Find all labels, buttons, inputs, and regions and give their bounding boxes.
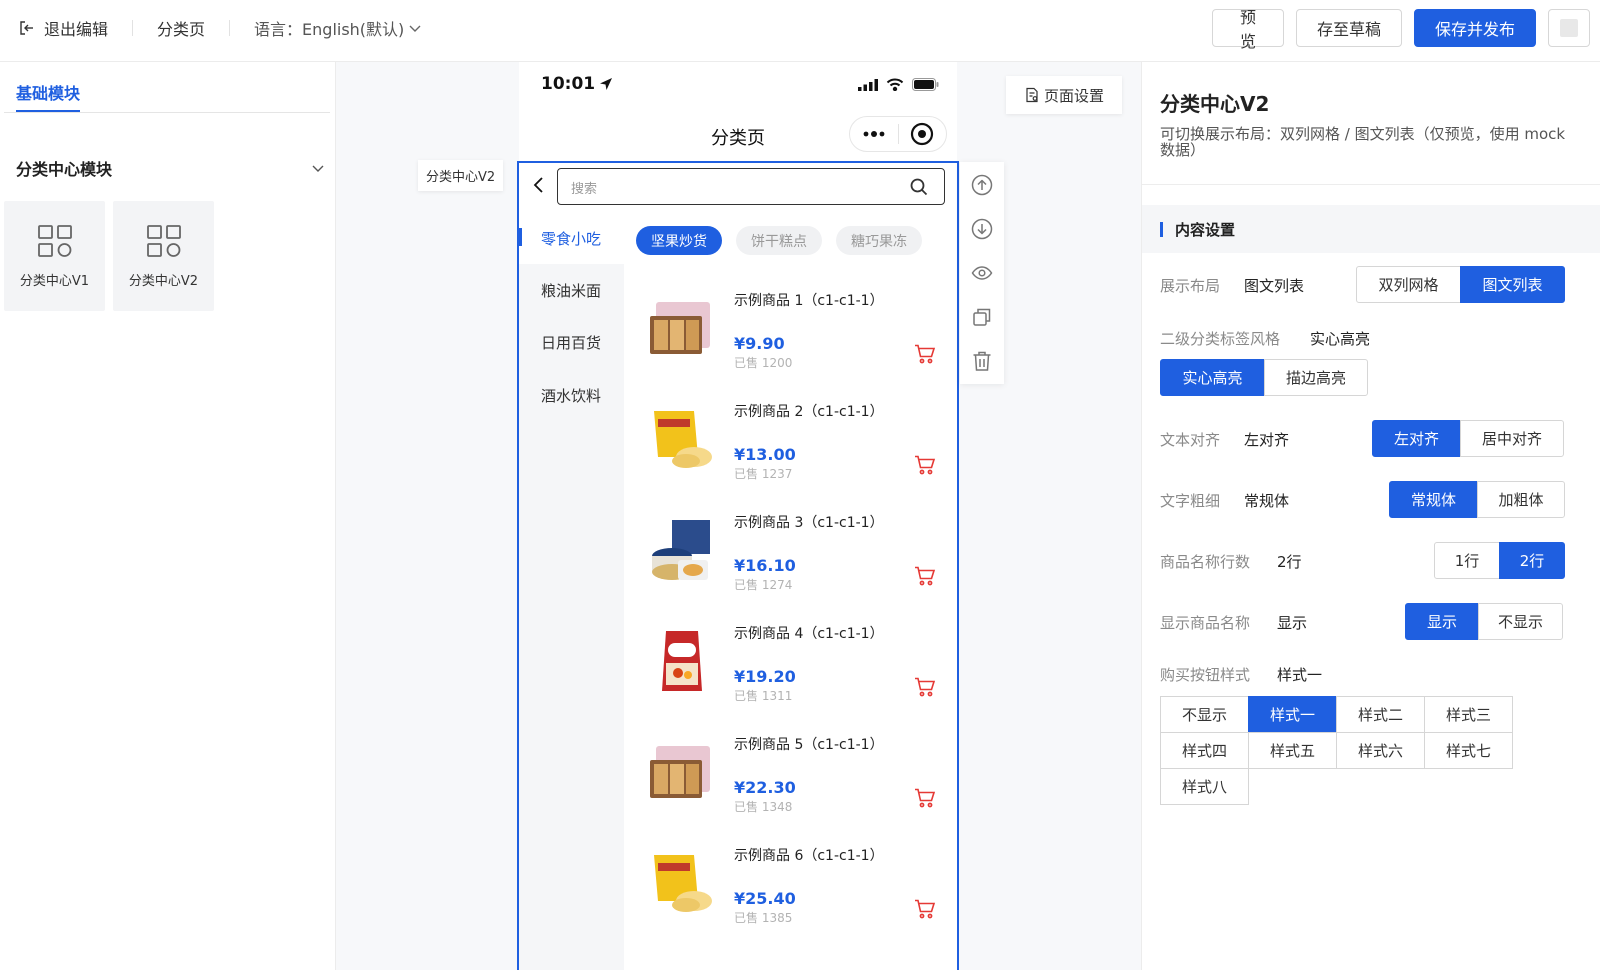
buy-style-option[interactable]: 样式六 [1336,732,1425,769]
status-time: 10:01 [541,74,596,94]
eye-icon[interactable] [971,262,993,284]
setting-label: 文字粗细 [1160,492,1221,510]
setting-value: 显示 [1277,614,1308,632]
buy-style-option[interactable]: 样式二 [1336,696,1425,733]
setting-value: 常规体 [1244,492,1290,510]
exit-icon [20,21,33,35]
signal-icon [858,78,878,91]
top-bar: 退出编辑 分类页 语言：English(默认) 预览 存至草稿 保存并发布 [0,0,1600,62]
module-group-title: 分类中心模块 [16,160,113,179]
grid-module-icon [146,224,181,257]
page-settings-button[interactable]: 页面设置 [1006,76,1122,114]
page-name: 分类页 [157,20,206,39]
option-2-lines[interactable]: 2行 [1499,542,1565,579]
chevron-down-icon [312,165,324,172]
module-card-v1[interactable]: 分类中心V1 [4,201,105,311]
close-mini-program-button[interactable] [899,117,947,151]
option-bold[interactable]: 加粗体 [1477,481,1565,518]
mini-program-navbar: 分类页 [519,112,957,158]
option-regular[interactable]: 常规体 [1389,481,1478,518]
buy-style-option[interactable]: 样式四 [1160,732,1249,769]
option-list[interactable]: 图文列表 [1460,266,1565,303]
copy-icon[interactable] [971,306,993,328]
move-up-icon[interactable] [971,174,993,196]
buy-style-option[interactable]: 样式八 [1160,768,1249,805]
battery-icon [912,78,939,91]
move-down-icon[interactable] [971,218,993,240]
layout-toggle: 双列网格 图文列表 [1356,266,1565,303]
more-button[interactable] [1548,9,1590,47]
more-dots-button[interactable] [850,117,898,151]
chevron-down-icon [409,25,421,32]
setting-label: 二级分类标签风格 [1160,330,1281,348]
setting-label: 商品名称行数 [1160,553,1251,571]
setting-value: 图文列表 [1244,277,1305,295]
lines-toggle: 1行 2行 [1434,542,1565,579]
buy-button-style-options: 不显示 样式一 样式二 样式三 样式四 样式五 样式六 样式七 样式八 [1160,696,1513,805]
tab-basic-modules[interactable]: 基础模块 [16,80,80,104]
grid-module-icon [37,224,72,257]
setting-label: 购买按钮样式 [1160,666,1251,684]
component-description: 可切换展示布局：双列网格 / 图文列表（仅预览，使用 mock 数据） [1160,125,1566,159]
section-header: 内容设置 [1142,205,1600,253]
option-1-line[interactable]: 1行 [1434,542,1500,579]
setting-label: 文本对齐 [1160,431,1221,449]
divider [4,112,330,113]
exit-edit-button[interactable]: 退出编辑 [18,16,108,40]
setting-value: 左对齐 [1244,431,1290,449]
exit-edit-label: 退出编辑 [44,20,109,39]
setting-value: 实心高亮 [1310,330,1371,348]
target-circle-icon [911,122,934,146]
language-label: 语言：English(默认) [254,20,405,39]
option-center[interactable]: 居中对齐 [1460,420,1564,457]
save-draft-button[interactable]: 存至草稿 [1296,9,1402,47]
module-group-header[interactable]: 分类中心模块 [16,156,326,180]
selected-component-outline[interactable] [517,161,959,970]
page-settings-label: 页面设置 [1043,86,1104,105]
component-name-tag: 分类中心V2 [418,160,504,191]
weight-toggle: 常规体 加粗体 [1389,481,1565,518]
buy-style-option[interactable]: 样式五 [1248,732,1337,769]
doc-settings-icon [1026,87,1038,103]
module-panel: 基础模块 分类中心模块 分类中心V1 分类中心V2 [0,62,336,970]
setting-value: 2行 [1277,553,1302,571]
option-solid[interactable]: 实心高亮 [1160,359,1265,396]
show-name-toggle: 显示 不显示 [1405,603,1563,640]
active-tab-indicator [16,110,80,112]
component-toolbar [960,162,1004,384]
module-card-label: 分类中心V1 [19,273,90,289]
more-dots-icon [863,131,885,137]
option-outline[interactable]: 描边高亮 [1264,359,1368,396]
preview-button[interactable]: 预览 [1212,8,1284,51]
properties-panel: 分类中心V2 可切换展示布局：双列网格 / 图文列表（仅预览，使用 mock 数… [1141,62,1600,970]
option-show[interactable]: 显示 [1405,603,1479,640]
option-hide[interactable]: 不显示 [1478,603,1563,640]
buy-style-option[interactable]: 样式一 [1248,696,1337,733]
setting-label: 展示布局 [1160,277,1221,295]
trash-icon[interactable] [971,350,993,372]
module-card-label: 分类中心V2 [128,273,199,289]
status-bar: 10:01 [519,62,957,108]
buy-style-option[interactable]: 样式三 [1424,696,1513,733]
option-grid[interactable]: 双列网格 [1356,266,1461,303]
capsule-menu[interactable] [849,116,947,152]
language-select[interactable]: 语言：English(默认) [254,16,422,40]
module-card-v2[interactable]: 分类中心V2 [113,201,214,311]
component-title: 分类中心V2 [1160,92,1270,116]
wifi-icon [886,78,904,91]
location-arrow-icon [600,78,613,90]
setting-label: 显示商品名称 [1160,614,1251,632]
placeholder-icon [1560,19,1578,37]
save-publish-button[interactable]: 保存并发布 [1414,9,1536,47]
setting-value: 样式一 [1277,666,1323,684]
option-left[interactable]: 左对齐 [1372,420,1461,457]
align-toggle: 左对齐 居中对齐 [1372,420,1564,457]
tag-style-toggle: 实心高亮 描边高亮 [1160,359,1368,396]
buy-style-option[interactable]: 样式七 [1424,732,1513,769]
buy-style-option[interactable]: 不显示 [1160,696,1249,733]
